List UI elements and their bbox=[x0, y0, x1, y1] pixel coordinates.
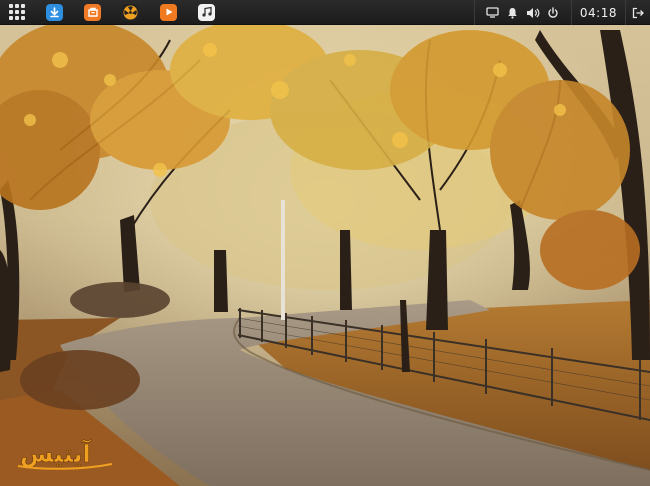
site-watermark-logo: آیتیس bbox=[17, 439, 113, 470]
notification-bell-icon[interactable] bbox=[506, 6, 520, 20]
system-tray: 04:18 bbox=[473, 0, 650, 25]
clock[interactable]: 04:18 bbox=[570, 0, 625, 25]
music-note-icon[interactable] bbox=[198, 3, 215, 21]
tray-indicators bbox=[473, 0, 571, 25]
svg-text:آیتیس: آیتیس bbox=[20, 439, 92, 468]
file-manager-icon[interactable] bbox=[84, 3, 101, 21]
power-icon[interactable] bbox=[546, 6, 560, 20]
logout-icon bbox=[632, 7, 644, 18]
screen-icon[interactable] bbox=[486, 6, 500, 20]
app-launcher-button[interactable] bbox=[4, 0, 30, 25]
logout-button[interactable] bbox=[625, 0, 650, 25]
volume-icon[interactable] bbox=[526, 6, 540, 20]
desktop-wallpaper bbox=[0, 0, 650, 486]
taskbar-apps bbox=[46, 3, 236, 21]
download-manager-icon[interactable] bbox=[46, 3, 63, 21]
app-grid-icon bbox=[9, 4, 25, 20]
media-player-icon[interactable] bbox=[160, 3, 177, 21]
top-panel: 04:18 bbox=[0, 0, 650, 25]
radioactive-app-icon[interactable] bbox=[122, 3, 139, 21]
